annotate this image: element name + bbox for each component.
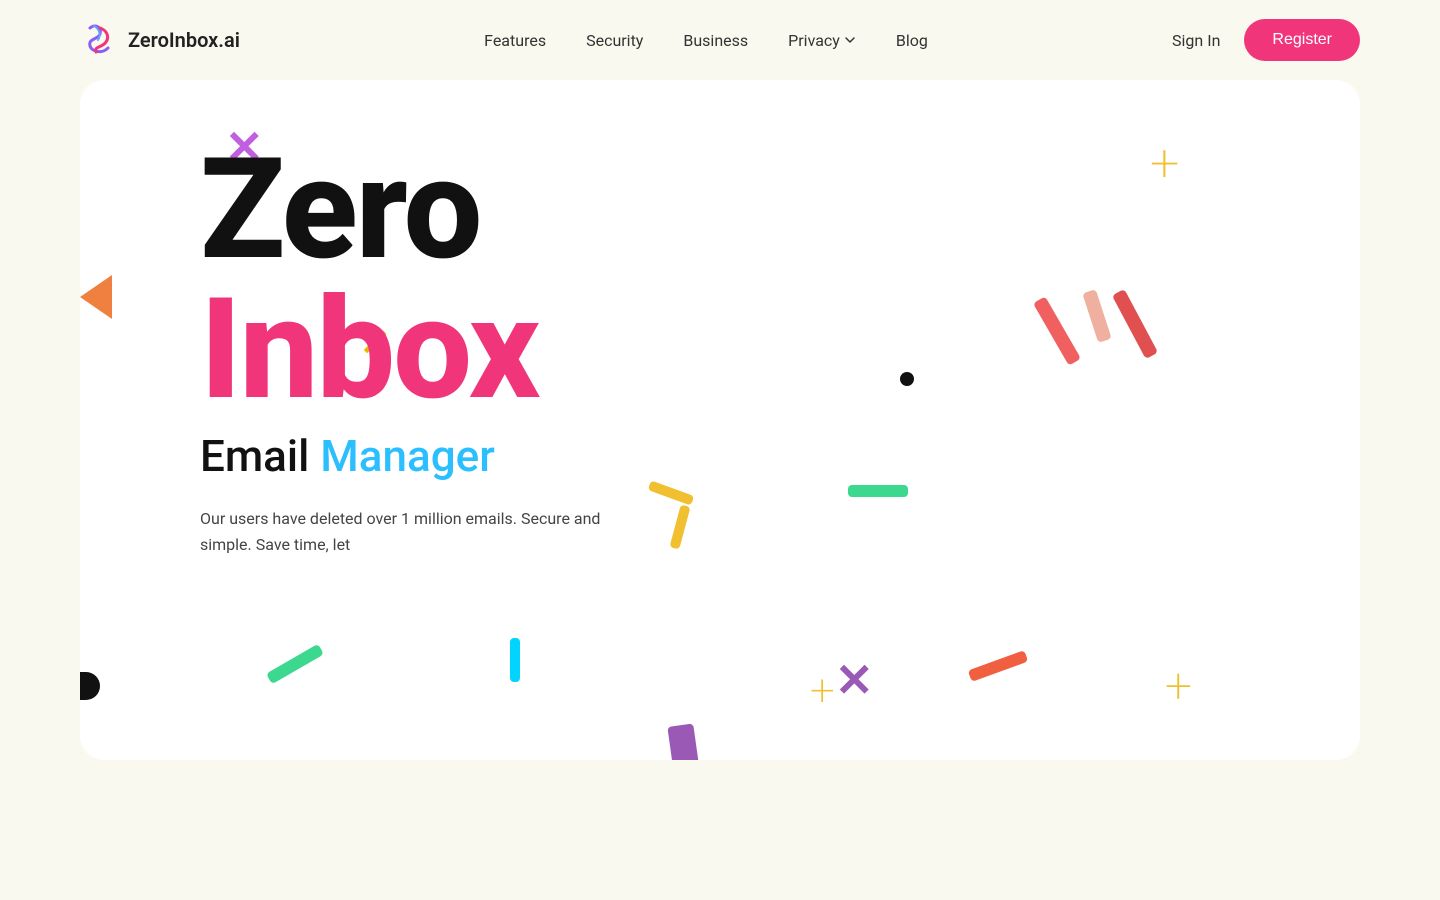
logo-link[interactable]: ZeroInbox.ai	[80, 20, 240, 60]
nav-security[interactable]: Security	[586, 31, 643, 50]
hero-subtitle-colored: Manager	[320, 430, 494, 482]
hero-subtitle-plain: Email	[200, 430, 320, 482]
nav-actions: Sign In Register	[1172, 19, 1360, 61]
nav-business[interactable]: Business	[683, 31, 748, 50]
sign-in-link[interactable]: Sign In	[1172, 31, 1220, 50]
decoration-orange-bar	[968, 650, 1028, 682]
hero-title-inbox: Inbox	[200, 280, 1360, 420]
hero-title-zero: Zero	[200, 140, 1360, 280]
nav-links: Features Security Business Privacy Blog	[484, 31, 928, 50]
decoration-half-circle	[80, 672, 100, 700]
decoration-cyan-bar	[510, 638, 520, 682]
decoration-yellow-plus-3: +	[810, 668, 835, 712]
nav-features[interactable]: Features	[484, 31, 546, 50]
nav-blog[interactable]: Blog	[896, 31, 928, 50]
hero-subtitle: Email Manager	[200, 430, 1360, 482]
decoration-green-bar-2	[266, 644, 324, 684]
decoration-yellow-plus-2: +	[1165, 662, 1192, 710]
logo-icon	[80, 20, 120, 60]
navbar: ZeroInbox.ai Features Security Business …	[0, 0, 1440, 80]
hero-section: ✕ ✕ ✕ + + + Zero Inbox Email Manager Our…	[80, 80, 1360, 760]
decoration-purple-rect	[667, 723, 698, 760]
register-button[interactable]: Register	[1244, 19, 1360, 61]
logo-text: ZeroInbox.ai	[128, 28, 240, 52]
hero-content: Zero Inbox Email Manager Our users have …	[80, 80, 1360, 557]
nav-privacy[interactable]: Privacy	[788, 31, 856, 50]
decoration-purple-x-2: ✕	[835, 658, 874, 704]
chevron-down-icon	[844, 34, 856, 46]
hero-description: Our users have deleted over 1 million em…	[200, 506, 640, 557]
